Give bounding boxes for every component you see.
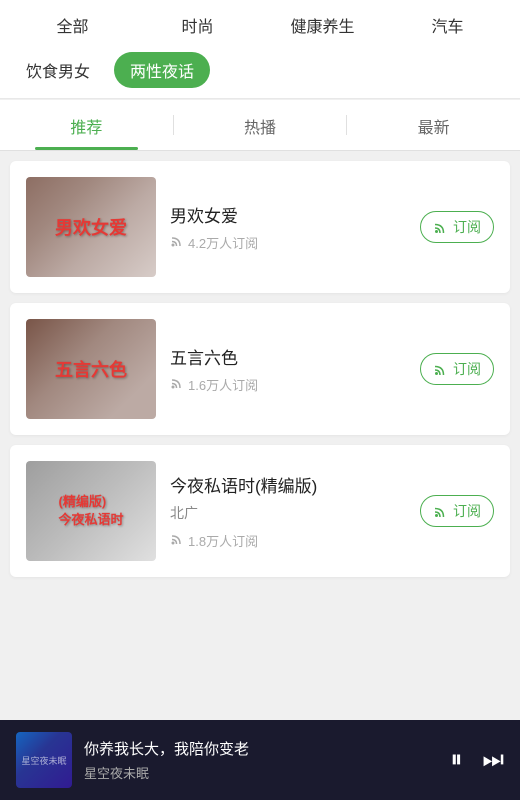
card-1-thumb-text: 男欢女爱 [26, 177, 156, 277]
card-2: 五言六色 五言六色 1.6万人订阅 [10, 303, 510, 435]
card-1-subscribe-label: 订阅 [453, 217, 481, 237]
nav-car[interactable]: 汽车 [385, 3, 510, 47]
category-nav-row2: 饮食男女 两性夜话 [10, 50, 510, 98]
card-2-subscribe-label: 订阅 [453, 359, 481, 379]
card-2-subscribers: 1.6万人订阅 [188, 375, 258, 394]
player-thumb: 星空夜未眠 [16, 732, 72, 788]
player-info: 你养我长大，我陪你变老 星空夜未眠 [84, 738, 450, 782]
player-controls: ⏸ ⏭ [450, 746, 504, 774]
next-button[interactable]: ⏭ [482, 746, 504, 774]
tab-hot[interactable]: 热播 [174, 100, 347, 150]
rss-icon-1 [170, 234, 184, 251]
player-subtitle: 星空夜未眠 [84, 763, 450, 782]
card-1-subscribe-btn[interactable]: 订阅 [420, 211, 494, 243]
rss-icon-2 [170, 376, 184, 393]
card-1-title: 男欢女爱 [170, 202, 410, 227]
card-1: 男欢女爱 男欢女爱 4.2万人订阅 [10, 161, 510, 293]
tab-recommend[interactable]: 推荐 [0, 100, 173, 150]
nav-food[interactable]: 饮食男女 [10, 52, 106, 88]
card-2-right: 订阅 [420, 353, 494, 385]
nav-all[interactable]: 全部 [10, 3, 135, 47]
card-3-subtitle: 北广 [170, 503, 410, 523]
card-1-thumb: 男欢女爱 [26, 177, 156, 277]
pause-button[interactable]: ⏸ [450, 746, 462, 774]
card-2-title: 五言六色 [170, 344, 410, 369]
nav-health[interactable]: 健康养生 [260, 3, 385, 47]
card-2-subscribe-btn[interactable]: 订阅 [420, 353, 494, 385]
card-1-subscribers: 4.2万人订阅 [188, 233, 258, 252]
card-2-thumb-text: 五言六色 [26, 319, 156, 419]
nav-fashion[interactable]: 时尚 [135, 3, 260, 47]
rss-icon-3 [170, 532, 184, 549]
card-1-meta: 4.2万人订阅 [170, 233, 410, 252]
card-1-right: 订阅 [420, 211, 494, 243]
content-area: 男欢女爱 男欢女爱 4.2万人订阅 [0, 151, 520, 723]
card-1-info: 男欢女爱 4.2万人订阅 [170, 202, 410, 252]
card-2-thumb: 五言六色 [26, 319, 156, 419]
card-3-subscribe-label: 订阅 [453, 501, 481, 521]
card-3-thumb-text: (精编版) 今夜私语时 [26, 461, 156, 561]
card-3-right: 订阅 [420, 495, 494, 527]
nav-sex-talk[interactable]: 两性夜话 [114, 52, 210, 88]
card-3-subscribers: 1.8万人订阅 [188, 531, 258, 550]
card-3: (精编版) 今夜私语时 今夜私语时(精编版) 北广 1.8万人订阅 [10, 445, 510, 577]
card-3-meta: 1.8万人订阅 [170, 531, 410, 550]
top-nav: 全部 时尚 健康养生 汽车 饮食男女 两性夜话 [0, 0, 520, 99]
card-3-thumb: (精编版) 今夜私语时 [26, 461, 156, 561]
card-2-info: 五言六色 1.6万人订阅 [170, 344, 410, 394]
player-thumb-text: 星空夜未眠 [19, 752, 68, 769]
bottom-player: 星空夜未眠 你养我长大，我陪你变老 星空夜未眠 ⏸ ⏭ [0, 720, 520, 800]
category-nav-row1: 全部 时尚 健康养生 汽车 [10, 0, 510, 50]
card-3-info: 今夜私语时(精编版) 北广 1.8万人订阅 [170, 472, 410, 550]
card-3-title: 今夜私语时(精编版) [170, 472, 410, 497]
tab-latest[interactable]: 最新 [347, 100, 520, 150]
sub-tabs: 推荐 热播 最新 [0, 100, 520, 151]
card-2-meta: 1.6万人订阅 [170, 375, 410, 394]
card-3-subscribe-btn[interactable]: 订阅 [420, 495, 494, 527]
player-title: 你养我长大，我陪你变老 [84, 738, 450, 759]
